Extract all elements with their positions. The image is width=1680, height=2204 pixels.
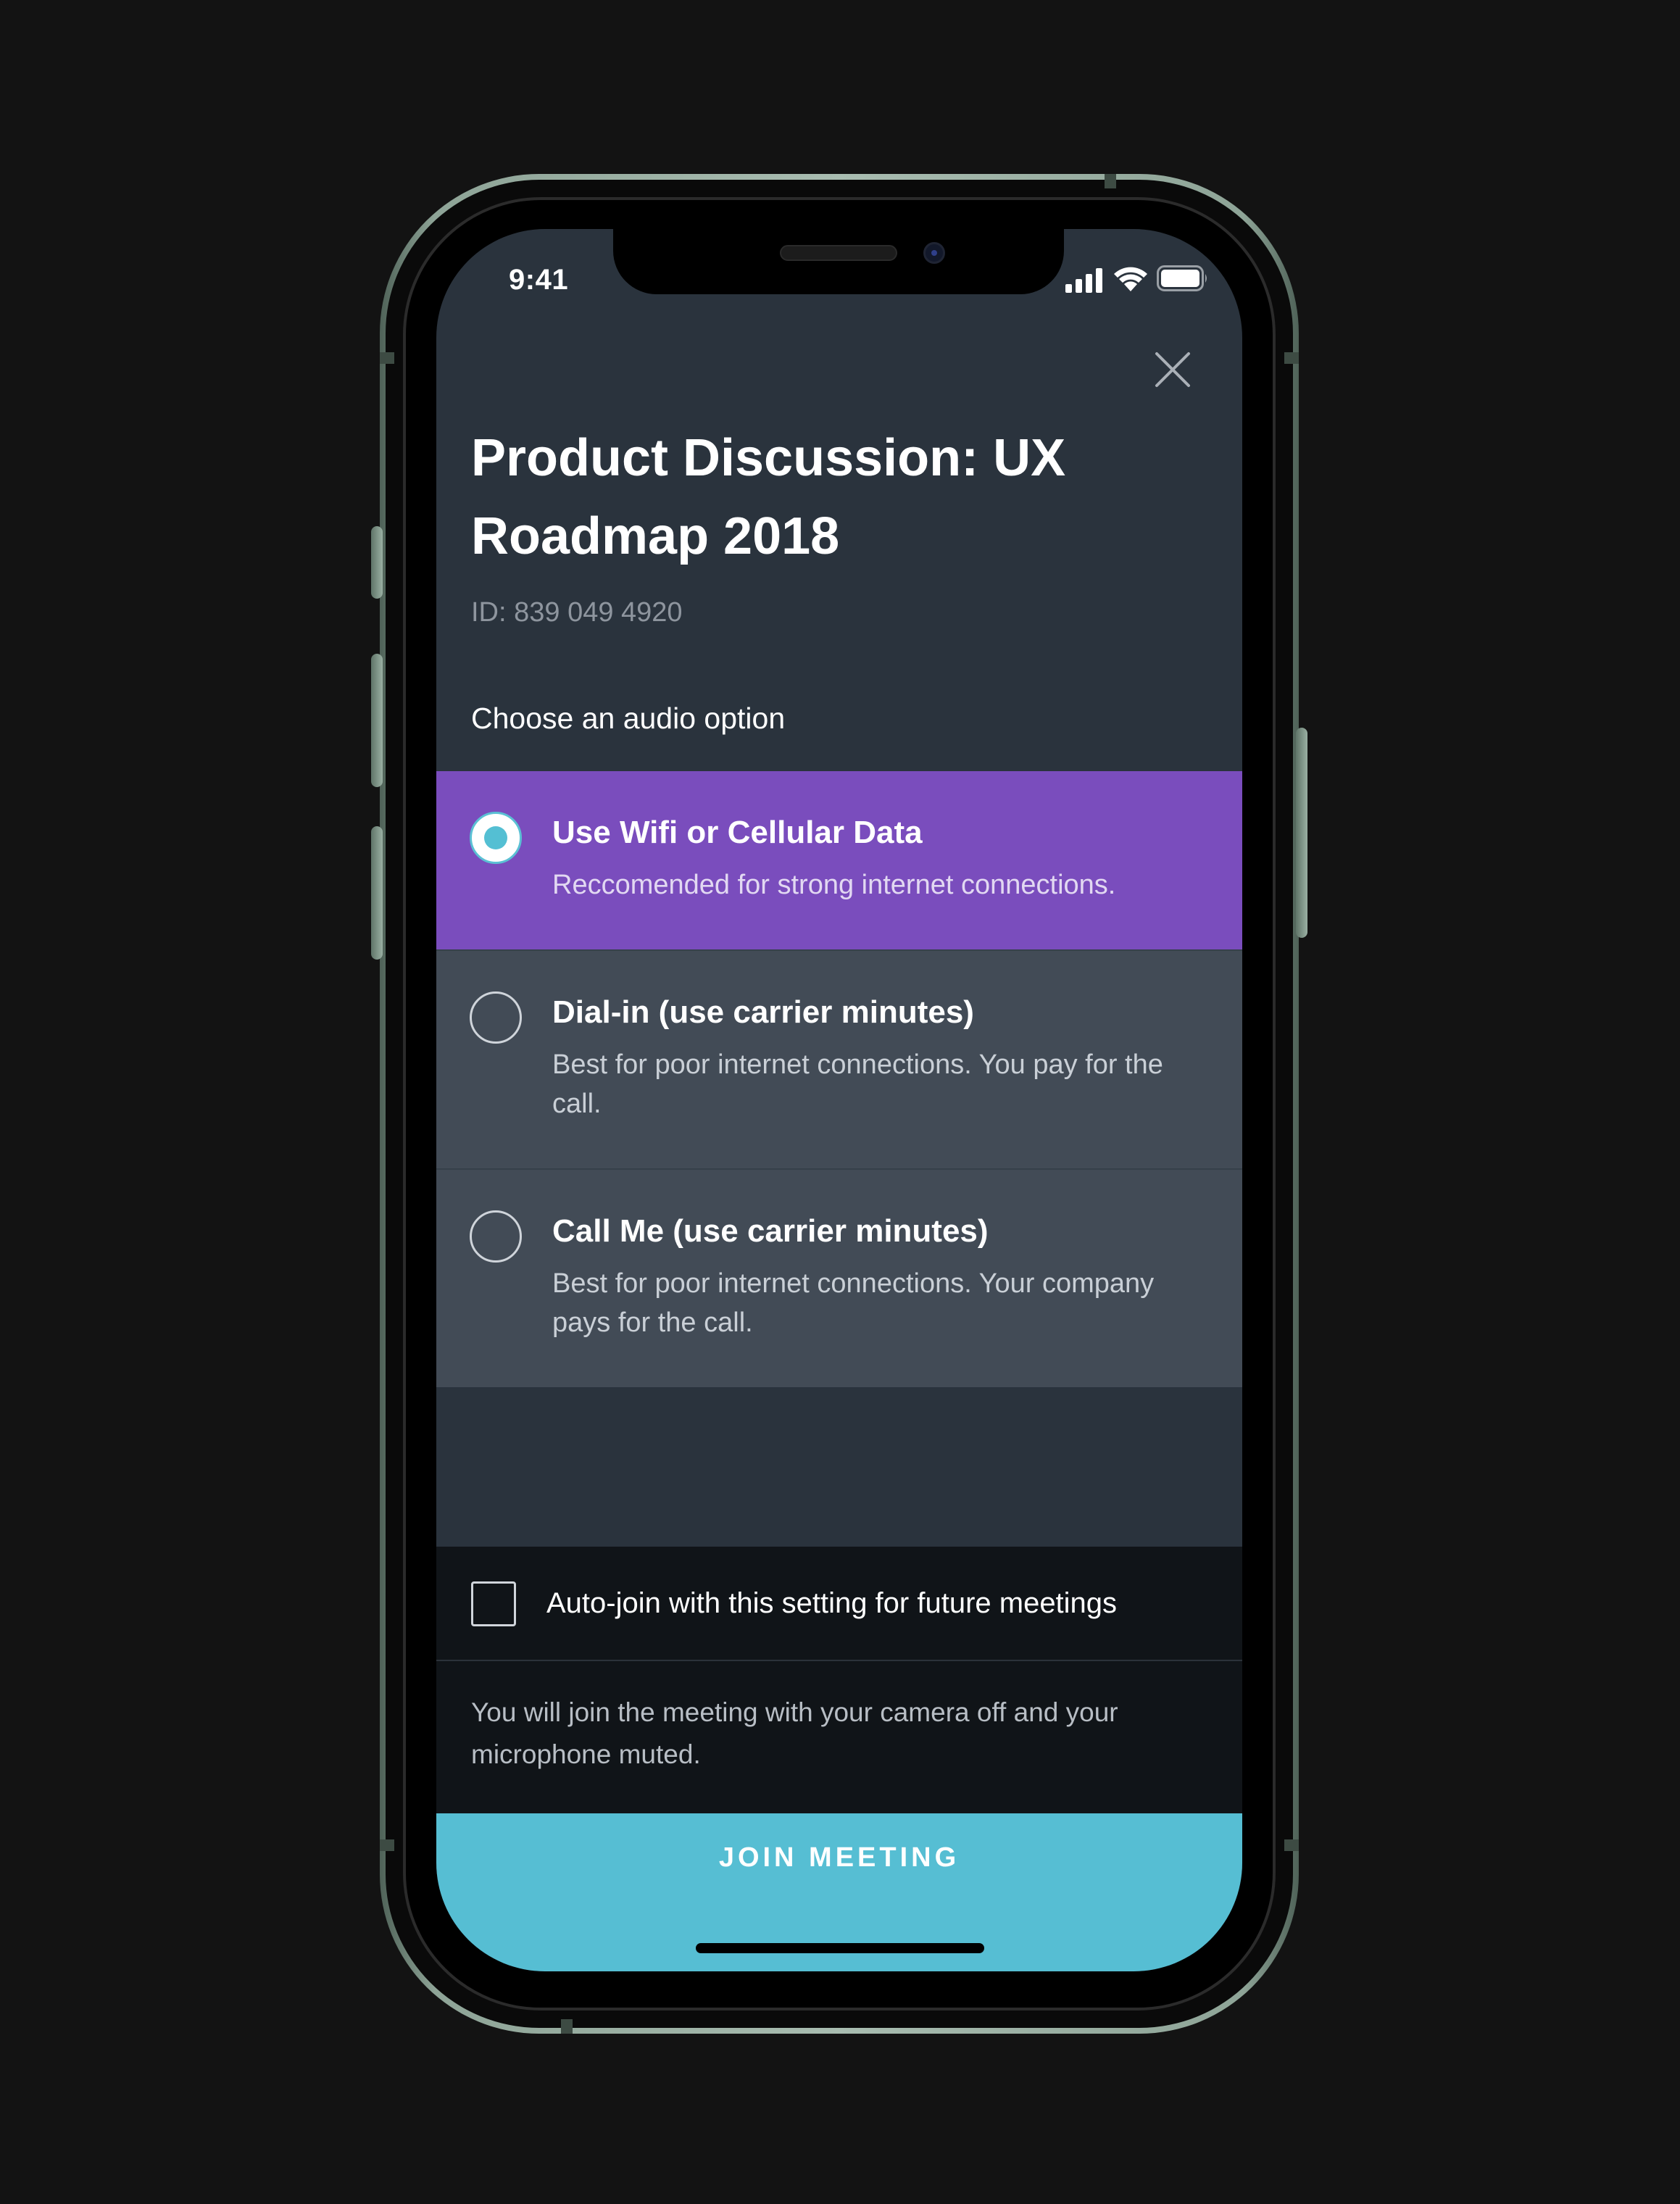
camera-mic-info-text: You will join the meeting with your came… (471, 1697, 1118, 1769)
antenna-band (1284, 352, 1299, 364)
auto-join-label: Auto-join with this setting for future m… (546, 1587, 1118, 1619)
audio-option-call-me[interactable]: Call Me (use carrier minutes) Best for p… (436, 1168, 1242, 1387)
antenna-band (561, 2019, 573, 2034)
audio-option-description: Best for poor internet connections. You … (552, 1049, 1163, 1119)
volume-up-button (371, 654, 383, 787)
radio-button[interactable] (470, 991, 522, 1044)
audio-option-dial-in[interactable]: Dial-in (use carrier minutes) Best for p… (436, 949, 1242, 1168)
radio-button-selected[interactable] (470, 812, 522, 864)
auto-join-row[interactable]: Auto-join with this setting for future m… (436, 1547, 1242, 1661)
meeting-title: Product Discussion: UX Roadmap 2018 (471, 429, 1066, 565)
meeting-id: ID: 839 049 4920 (471, 597, 683, 628)
home-indicator[interactable] (696, 1943, 984, 1953)
volume-down-button (371, 826, 383, 960)
earpiece-speaker (780, 245, 897, 261)
audio-option-description: Reccomended for strong internet connecti… (552, 870, 1116, 900)
audio-option-description: Best for poor internet connections. Your… (552, 1268, 1155, 1338)
auto-join-checkbox[interactable] (471, 1581, 516, 1626)
audio-option-wifi[interactable]: Use Wifi or Cellular Data Reccomended fo… (436, 771, 1242, 949)
audio-option-title: Dial-in (use carrier minutes) (552, 994, 974, 1030)
close-button[interactable] (1149, 346, 1196, 393)
power-button (1296, 728, 1307, 938)
join-meeting-label: JOIN MEETING (718, 1842, 960, 1873)
audio-option-title: Call Me (use carrier minutes) (552, 1213, 989, 1249)
status-icons (1065, 265, 1210, 294)
radio-button[interactable] (470, 1210, 522, 1263)
close-icon (1155, 352, 1190, 387)
silent-switch (371, 526, 383, 599)
antenna-band (380, 1839, 394, 1851)
battery-icon (1157, 265, 1207, 291)
antenna-band (380, 352, 394, 364)
cellular-signal-icon (1065, 268, 1102, 293)
antenna-band (1284, 1839, 1299, 1851)
audio-option-title: Use Wifi or Cellular Data (552, 815, 923, 850)
antenna-band (1105, 174, 1116, 188)
status-time: 9:41 (509, 264, 569, 296)
audio-section-label: Choose an audio option (471, 702, 786, 735)
phone-screen: 9:41 Product Discussion: UX Roadmap 2018… (436, 229, 1242, 1971)
front-camera (923, 242, 945, 264)
notch (613, 229, 1064, 294)
wifi-icon (1114, 267, 1147, 291)
